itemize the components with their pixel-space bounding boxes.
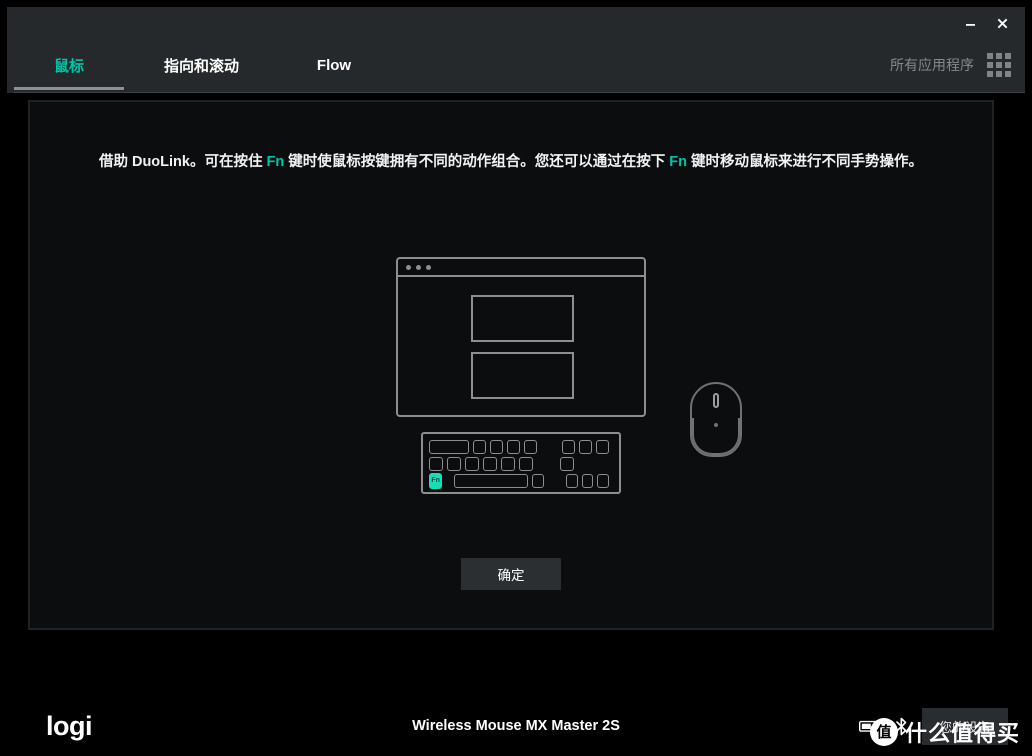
watermark-badge-icon: 值	[869, 718, 898, 746]
tab-flow[interactable]: Flow	[279, 40, 389, 90]
window-titlebar	[7, 7, 1025, 40]
keyboard-key	[447, 456, 461, 471]
description-part-2: 键时使鼠标按键拥有不同的动作组合。您还可以通过在按下	[284, 154, 670, 170]
keyboard-key	[581, 473, 594, 488]
fn-highlight-1: Fn	[266, 154, 285, 170]
keyboard-spacebar	[453, 473, 528, 488]
keyboard-key	[597, 473, 610, 488]
monitor-dot	[426, 264, 431, 270]
keyboard-key	[429, 439, 469, 454]
content-area: 借助 DuoLink。可在按住 Fn 键时使鼠标按键拥有不同的动作组合。您还可以…	[7, 100, 1025, 696]
keyboard-key	[489, 439, 503, 454]
grid-cell	[996, 62, 1002, 68]
keyboard-row	[429, 456, 613, 471]
watermark-text: 什么值得买	[904, 721, 1020, 746]
all-applications-control[interactable]: 所有应用程序	[890, 40, 1025, 90]
description-part-1: 借助 DuoLink。可在按住	[98, 154, 267, 170]
close-icon	[996, 17, 1009, 30]
keyboard-key	[560, 456, 574, 471]
logitech-options-window: 鼠标 指向和滚动 Flow 所有应用程序 借助 DuoLink。可在按住 Fn …	[0, 0, 1032, 756]
window-controls	[955, 7, 1017, 40]
keyboard-key	[578, 439, 592, 454]
monitor-content-rect-bottom	[471, 352, 574, 399]
tab-flow-label: Flow	[316, 56, 352, 74]
minimize-icon	[964, 17, 977, 30]
fn-highlight-2: Fn	[669, 154, 688, 170]
tab-point-and-scroll[interactable]: 指向和滚动	[124, 40, 279, 90]
keyboard-key	[483, 456, 497, 471]
grid-cell	[996, 53, 1002, 59]
keyboard-key	[523, 439, 537, 454]
grid-cell	[987, 53, 993, 59]
tab-list: 鼠标 指向和滚动 Flow	[7, 40, 389, 90]
keyboard-row: Fn	[429, 472, 613, 489]
minimize-button[interactable]	[955, 11, 985, 37]
keyboard-fn-key: Fn	[429, 472, 443, 489]
monitor-window-icon	[396, 257, 646, 417]
keyboard-key	[519, 456, 533, 471]
grid-cell	[1005, 71, 1011, 77]
keyboard-key	[561, 439, 575, 454]
grid-icon[interactable]	[987, 53, 1011, 77]
keyboard-key	[506, 439, 520, 454]
close-button[interactable]	[987, 11, 1017, 37]
keyboard-fn-key-label: Fn	[431, 477, 440, 484]
monitor-dot	[416, 264, 421, 270]
tab-mouse-label: 鼠标	[53, 57, 84, 75]
mouse-gesture-button	[714, 423, 718, 427]
keyboard-key	[429, 456, 443, 471]
monitor-dot	[406, 264, 411, 270]
all-applications-label: 所有应用程序	[890, 57, 974, 73]
keyboard-key	[566, 473, 578, 488]
keyboard-row	[429, 439, 613, 454]
monitor-titlebar	[398, 259, 644, 277]
duolink-illustration: Fn	[30, 237, 992, 527]
keyboard-key	[596, 439, 610, 454]
keyboard-key	[472, 439, 486, 454]
tab-point-and-scroll-label: 指向和滚动	[163, 57, 239, 75]
grid-cell	[1005, 62, 1011, 68]
monitor-content-rect-top	[471, 295, 574, 342]
grid-cell	[987, 71, 993, 77]
keyboard-icon: Fn	[421, 432, 621, 494]
tab-bar: 鼠标 指向和滚动 Flow 所有应用程序	[7, 40, 1025, 93]
grid-cell	[1005, 53, 1011, 59]
mouse-scroll-wheel	[713, 393, 719, 408]
keyboard-key	[501, 456, 515, 471]
description-part-3: 键时移动鼠标来进行不同手势操作。	[687, 154, 924, 170]
tab-mouse[interactable]: 鼠标	[14, 40, 124, 90]
duolink-description: 借助 DuoLink。可在按住 Fn 键时使鼠标按键拥有不同的动作组合。您还可以…	[30, 152, 992, 172]
grid-cell	[987, 62, 993, 68]
keyboard-key	[465, 456, 479, 471]
grid-cell	[996, 71, 1002, 77]
ok-button[interactable]: 确定	[461, 558, 561, 590]
watermark: 值 什么值得买	[869, 716, 1020, 748]
keyboard-key	[531, 473, 544, 488]
duolink-panel: 借助 DuoLink。可在按住 Fn 键时使鼠标按键拥有不同的动作组合。您还可以…	[28, 100, 994, 630]
mouse-icon	[690, 382, 742, 457]
